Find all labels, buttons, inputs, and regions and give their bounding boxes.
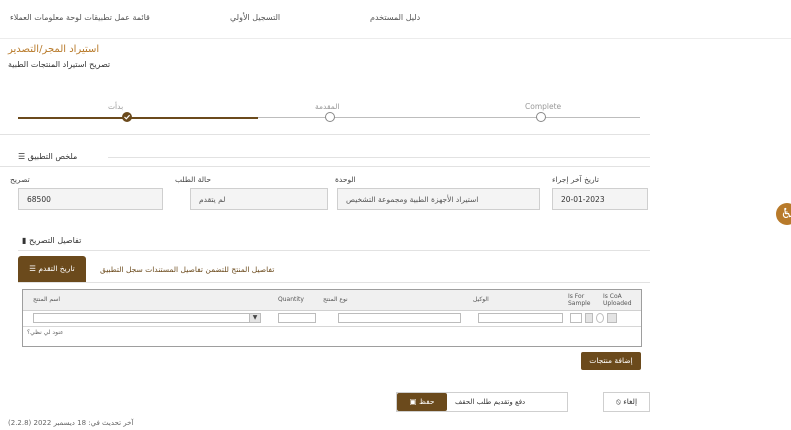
accessibility-icon[interactable]: ♿ [776, 203, 791, 225]
footer-updated: آخر تحديث في: 18 ديسمبر 2022 (2.2.8) [8, 419, 134, 427]
save-label: حفظ [418, 397, 435, 406]
tab-active-label: تاريخ التقدم [38, 264, 75, 273]
document-icon: ▮ [22, 236, 27, 245]
filter-coa-icon[interactable] [607, 313, 617, 323]
tab-icon: ☰ [29, 264, 36, 273]
tab-other-labels[interactable]: تفاصيل المنتج للتضمن تفاصيل المستندات سج… [100, 265, 274, 274]
summary-title: ملخص التطبيق [27, 152, 78, 161]
nav-user-guide[interactable]: دليل المستخدم [370, 13, 420, 22]
submit-payment-button[interactable]: دفع وتقديم طلب الحقف [455, 398, 525, 406]
status-label: حالة الطلب [175, 175, 211, 184]
last-action-field: 20-01-2023 [552, 188, 648, 210]
filter-is-sample[interactable] [570, 313, 582, 323]
list-icon: ☰ [18, 152, 26, 161]
products-grid: اسم المنتج Quantity نوع المنتج الوكيل Is… [22, 289, 642, 347]
nav-initial-registration[interactable]: التسجيل الأولي [230, 13, 280, 22]
status-field: لم يتقدم [190, 188, 328, 210]
summary-divider [108, 157, 650, 158]
details-divider [18, 250, 650, 251]
cancel-button[interactable]: ⦸ إلغاء [603, 392, 650, 412]
col-product-type[interactable]: نوع المنتج [323, 296, 348, 303]
step-label-started: بدأت [108, 102, 124, 111]
details-title-wrap: ▮ تفاصيل التصريح [22, 236, 81, 245]
nav-customer-dashboard[interactable]: قائمة عمل تطبيقات لوحة معلومات العملاء [10, 13, 150, 22]
step-dot-complete [536, 112, 546, 122]
permit-label: تصريح [10, 175, 30, 184]
col-quantity[interactable]: Quantity [278, 296, 304, 303]
top-navigation: قائمة عمل تطبيقات لوحة معلومات العملاء ا… [0, 0, 791, 39]
cancel-label: إلغاء [623, 397, 638, 406]
col-is-coa[interactable]: Is CoA Uploaded [603, 293, 638, 307]
filter-sample-radio[interactable] [596, 313, 604, 323]
step-line-done [18, 117, 128, 119]
col-agent[interactable]: الوكيل [473, 296, 489, 303]
step-line-done-2 [128, 117, 258, 119]
filter-quantity[interactable] [278, 313, 316, 323]
filter-icon[interactable]: ▼ [249, 313, 261, 323]
step-line-pending [258, 117, 640, 118]
step-dot-started [122, 112, 132, 122]
summary-divider-2 [0, 166, 650, 167]
filter-agent[interactable] [478, 313, 563, 323]
page-title: استيراد المجر/التصدير [8, 44, 100, 55]
col-is-sample[interactable]: Is For Sample [568, 293, 598, 307]
filter-product-type[interactable] [338, 313, 461, 323]
page-subtitle: تصريح استيراد المنتجات الطبية [8, 60, 111, 69]
details-title: تفاصيل التصريح [28, 236, 82, 245]
permit-field: 68500 [18, 188, 163, 210]
grid-empty-text: عنود لي نظي؟ [27, 329, 64, 336]
save-icon: ▣ [409, 397, 417, 406]
cancel-icon: ⦸ [615, 397, 621, 406]
filter-is-sample-icon[interactable] [585, 313, 593, 323]
last-action-label: تاريخ آخر إجراء [552, 175, 600, 184]
step-dot-submitted [325, 112, 335, 122]
step-label-submitted: المقدمة [315, 102, 340, 111]
summary-title-wrap: ☰ ملخص التطبيق [18, 152, 77, 161]
divider [0, 134, 650, 135]
save-button[interactable]: ▣ حفظ [397, 393, 447, 411]
tab-history-active[interactable]: ☰ تاريخ التقدم [18, 256, 86, 282]
add-products-button[interactable]: إضافة منتجات [581, 352, 641, 370]
step-label-complete: Complete [525, 102, 562, 111]
unit-field: استيراد الأجهزة الطبية ومجموعة التشخيص [337, 188, 540, 210]
grid-header: اسم المنتج Quantity نوع المنتج الوكيل Is… [23, 290, 641, 311]
submit-payment-wrap: ▣ حفظ دفع وتقديم طلب الحقف [396, 392, 568, 412]
unit-label: الوحدة [335, 175, 356, 184]
grid-row-divider [23, 326, 641, 327]
details-tabbar: ☰ تاريخ التقدم تفاصيل المنتج للتضمن تفاص… [18, 256, 650, 283]
filter-product-name[interactable] [33, 313, 258, 323]
col-product-name[interactable]: اسم المنتج [33, 296, 60, 303]
check-icon [124, 114, 131, 120]
